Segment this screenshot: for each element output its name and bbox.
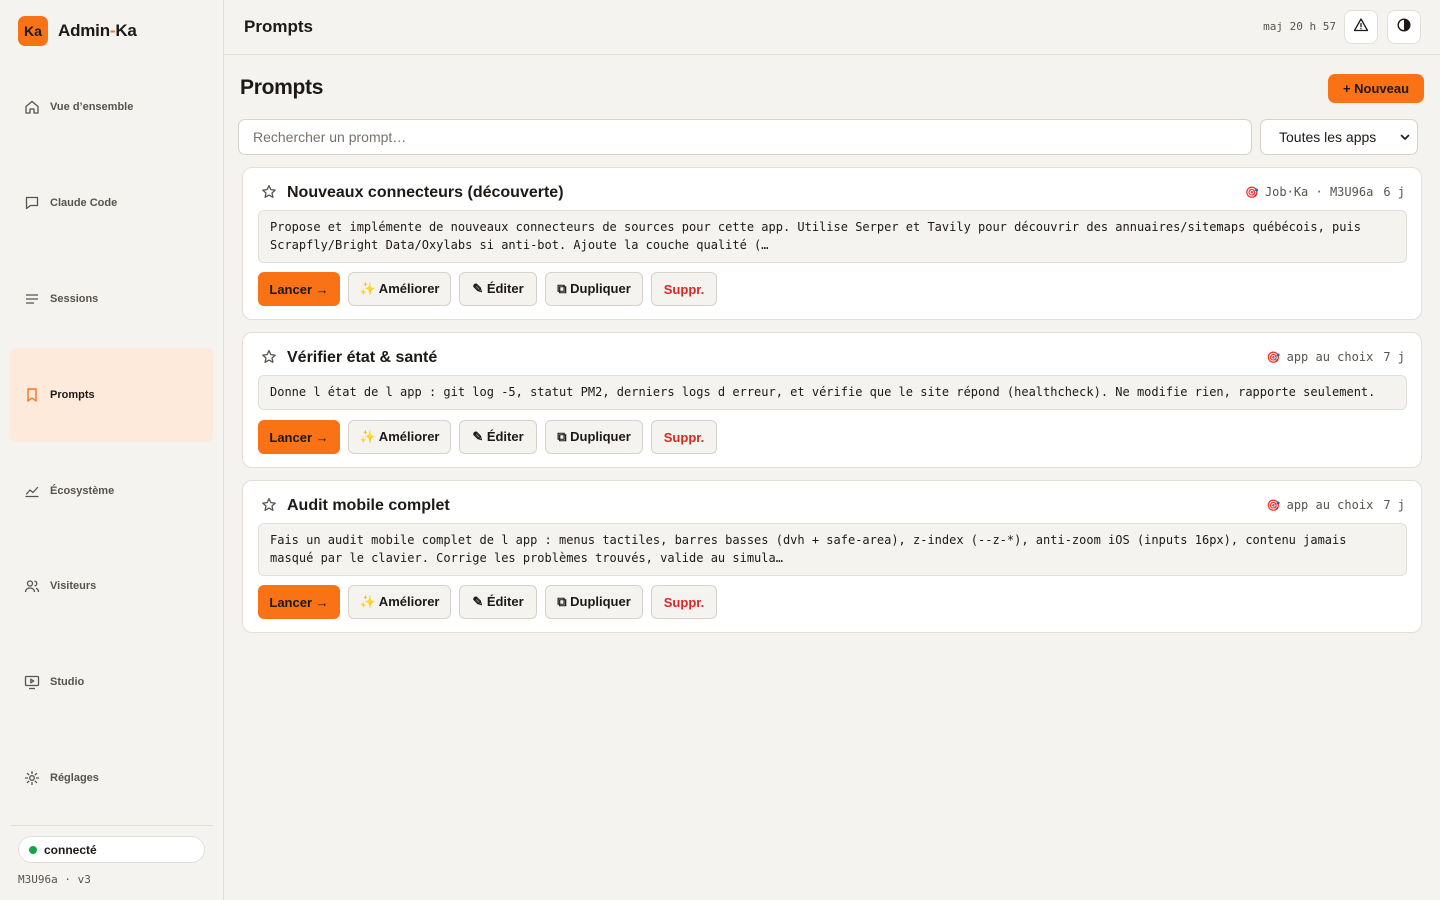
prompt-title: Audit mobile complet: [287, 497, 450, 514]
improve-button[interactable]: ✨ Améliorer: [348, 585, 451, 619]
improve-button[interactable]: ✨ Améliorer: [348, 272, 451, 306]
launch-button[interactable]: Lancer →: [258, 420, 340, 454]
sidebar-item-settings[interactable]: Réglages: [10, 731, 213, 825]
last-updated: maj 20 h 57: [1263, 20, 1336, 33]
prompt-card: Audit mobile complet 🎯 app au choix 7 j …: [242, 480, 1422, 633]
users-icon: [24, 578, 40, 594]
edit-button[interactable]: ✎ Éditer: [459, 272, 537, 306]
target-icon: 🎯: [1266, 498, 1281, 512]
prompt-body: Fais un audit mobile complet de l app : …: [258, 523, 1407, 576]
topbar-title: Prompts: [244, 17, 313, 36]
prompt-actions: Lancer → ✨ Améliorer ✎ Éditer ⧉ Duplique…: [258, 272, 717, 306]
sidebar-item-studio[interactable]: Studio: [10, 635, 213, 729]
prompt-meta: 🎯 app au choix 7 j: [1267, 350, 1405, 364]
prompt-age: 6 j: [1383, 185, 1405, 199]
topbar: Prompts maj 20 h 57: [224, 0, 1440, 55]
star-icon[interactable]: [261, 497, 277, 513]
target-icon: 🎯: [1266, 350, 1281, 364]
bookmark-icon: [24, 387, 40, 403]
star-icon[interactable]: [261, 349, 277, 365]
target-icon: 🎯: [1245, 185, 1259, 199]
prompt-body: Propose et implémente de nouveaux connec…: [258, 210, 1407, 263]
theme-toggle-button[interactable]: [1387, 10, 1421, 44]
chart-line-icon: [24, 483, 40, 499]
chevron-down-icon: [1400, 134, 1410, 140]
sidebar-item-label: Écosystème: [50, 485, 115, 497]
prompt-meta: 🎯 Job·Ka · M3U96a 6 j: [1245, 185, 1405, 199]
version-label: M3U96a · v3: [18, 873, 91, 886]
prompt-age: 7 j: [1383, 350, 1405, 364]
app-filter-select[interactable]: Toutes les apps: [1260, 119, 1418, 155]
sidebar-item-label: Vue d’ensemble: [50, 101, 134, 113]
warning-triangle-icon: [1353, 17, 1369, 38]
sidebar-item-label: Claude Code: [50, 197, 118, 209]
prompt-title: Nouveaux connecteurs (découverte): [287, 184, 564, 201]
prompt-target: app au choix: [1286, 498, 1374, 512]
prompt-meta: 🎯 app au choix 7 j: [1267, 498, 1405, 512]
sidebar-item-label: Studio: [50, 676, 85, 688]
sidebar-divider: [10, 825, 213, 826]
brand-logo: Ka: [18, 16, 48, 46]
sidebar-item-visitors[interactable]: Visiteurs: [10, 539, 213, 633]
delete-button[interactable]: Suppr.: [651, 585, 717, 619]
star-icon[interactable]: [261, 184, 277, 200]
improve-button[interactable]: ✨ Améliorer: [348, 420, 451, 454]
delete-button[interactable]: Suppr.: [651, 420, 717, 454]
edit-button[interactable]: ✎ Éditer: [459, 585, 537, 619]
sidebar-item-label: Visiteurs: [50, 580, 97, 592]
sidebar-item-prompts[interactable]: Prompts: [10, 348, 213, 442]
home-icon: [24, 99, 40, 115]
sidebar-item-overview[interactable]: Vue d’ensemble: [10, 60, 213, 154]
launch-button[interactable]: Lancer →: [258, 272, 340, 306]
prompt-body: Donne l état de l app : git log -5, stat…: [258, 375, 1407, 410]
prompt-card: Nouveaux connecteurs (découverte) 🎯 Job·…: [242, 167, 1422, 320]
contrast-icon: [1396, 17, 1412, 38]
launch-button[interactable]: Lancer →: [258, 585, 340, 619]
edit-button[interactable]: ✎ Éditer: [459, 420, 537, 454]
new-prompt-button[interactable]: + Nouveau: [1328, 74, 1424, 103]
delete-button[interactable]: Suppr.: [651, 272, 717, 306]
search-input[interactable]: [238, 119, 1252, 155]
sidebar-item-sessions[interactable]: Sessions: [10, 252, 213, 346]
duplicate-button[interactable]: ⧉ Dupliquer: [545, 420, 643, 454]
list-icon: [24, 291, 40, 307]
gear-icon: [24, 770, 40, 786]
status-dot: [29, 845, 37, 854]
sidebar-item-label: Sessions: [50, 293, 99, 305]
sidebar-item-label: Réglages: [50, 772, 99, 784]
prompt-actions: Lancer → ✨ Améliorer ✎ Éditer ⧉ Duplique…: [258, 420, 717, 454]
prompt-age: 7 j: [1383, 498, 1405, 512]
connection-status: connecté: [18, 836, 205, 863]
duplicate-button[interactable]: ⧉ Dupliquer: [545, 272, 643, 306]
prompt-title: Vérifier état & santé: [287, 349, 438, 366]
alerts-button[interactable]: [1344, 10, 1378, 44]
connection-status-label: connecté: [44, 842, 97, 857]
page-title: Prompts: [240, 76, 324, 99]
monitor-play-icon: [24, 674, 40, 690]
prompt-target: app au choix: [1286, 350, 1374, 364]
duplicate-button[interactable]: ⧉ Dupliquer: [545, 585, 643, 619]
brand-name: Admin-Ka: [58, 21, 137, 40]
app-filter-value: Toutes les apps: [1279, 129, 1377, 145]
prompt-card: Vérifier état & santé 🎯 app au choix 7 j…: [242, 332, 1422, 468]
sidebar: Ka Admin-Ka Vue d’ensemble Claude Code S…: [0, 0, 224, 900]
brand[interactable]: Ka Admin-Ka: [18, 16, 137, 46]
sidebar-item-label: Prompts: [50, 389, 95, 401]
chat-bubble-icon: [24, 195, 40, 211]
prompt-actions: Lancer → ✨ Améliorer ✎ Éditer ⧉ Duplique…: [258, 585, 717, 619]
sidebar-item-claude-code[interactable]: Claude Code: [10, 156, 213, 250]
sidebar-item-ecosystem[interactable]: Écosystème: [10, 444, 213, 538]
prompt-target: Job·Ka · M3U96a: [1264, 185, 1374, 199]
